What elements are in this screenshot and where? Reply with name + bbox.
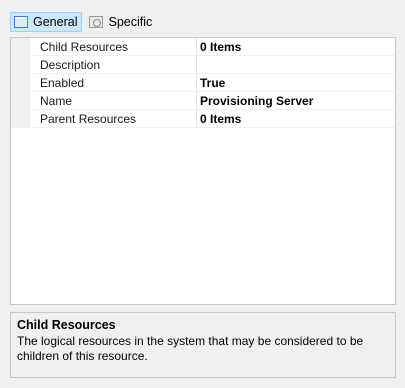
property-row-child-resources[interactable]: Child Resources 0 Items: [11, 38, 395, 56]
general-icon: [14, 16, 28, 28]
row-gutter: [11, 109, 30, 128]
property-name: Child Resources: [30, 38, 197, 56]
help-panel: Child Resources The logical resources in…: [10, 312, 396, 378]
property-name: Enabled: [30, 73, 197, 92]
property-row-description[interactable]: Description: [11, 55, 395, 74]
row-gutter: [11, 38, 30, 56]
property-value[interactable]: 0 Items: [196, 38, 395, 56]
tab-specific[interactable]: Specific: [86, 12, 156, 32]
specific-icon: [89, 16, 104, 28]
property-name: Name: [30, 91, 197, 110]
property-name: Description: [30, 55, 197, 74]
help-title: Child Resources: [17, 318, 116, 332]
property-name: Parent Resources: [30, 109, 197, 128]
property-value[interactable]: True: [196, 73, 395, 92]
property-grid: Child Resources 0 Items Description Enab…: [10, 37, 396, 305]
tab-strip: General Specific: [10, 12, 156, 32]
help-description: The logical resources in the system that…: [17, 334, 364, 363]
tab-general-label: General: [33, 15, 78, 29]
property-value[interactable]: Provisioning Server: [196, 91, 395, 110]
property-value[interactable]: 0 Items: [196, 109, 395, 128]
property-value[interactable]: [196, 55, 395, 74]
properties-window: General Specific Child Resources 0 Items…: [0, 0, 405, 388]
row-gutter: [11, 91, 30, 110]
property-row-name[interactable]: Name Provisioning Server: [11, 91, 395, 110]
tab-specific-label: Specific: [108, 15, 153, 29]
property-table: Child Resources 0 Items Description Enab…: [11, 38, 395, 128]
row-gutter: [11, 73, 30, 92]
row-gutter: [11, 55, 30, 74]
tab-general[interactable]: General: [10, 12, 83, 32]
property-row-parent-resources[interactable]: Parent Resources 0 Items: [11, 109, 395, 128]
property-row-enabled[interactable]: Enabled True: [11, 73, 395, 92]
